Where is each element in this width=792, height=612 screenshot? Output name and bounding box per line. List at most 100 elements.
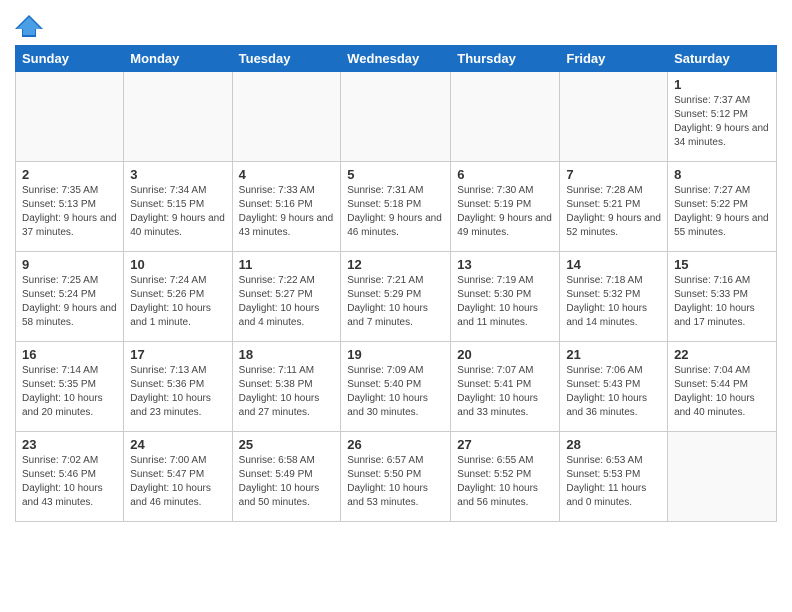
day-number: 15 (674, 257, 770, 272)
col-header-sunday: Sunday (16, 46, 124, 72)
day-number: 5 (347, 167, 444, 182)
day-detail: Sunrise: 6:55 AM Sunset: 5:52 PM Dayligh… (457, 454, 553, 510)
day-number: 25 (239, 437, 335, 452)
day-number: 19 (347, 347, 444, 362)
day-number: 21 (566, 347, 661, 362)
calendar-cell: 24Sunrise: 7:00 AM Sunset: 5:47 PM Dayli… (124, 432, 232, 522)
day-detail: Sunrise: 7:02 AM Sunset: 5:46 PM Dayligh… (22, 454, 117, 510)
calendar-cell (560, 72, 668, 162)
col-header-tuesday: Tuesday (232, 46, 341, 72)
day-number: 10 (130, 257, 225, 272)
day-detail: Sunrise: 7:27 AM Sunset: 5:22 PM Dayligh… (674, 184, 770, 240)
day-detail: Sunrise: 7:37 AM Sunset: 5:12 PM Dayligh… (674, 94, 770, 150)
calendar-cell: 26 Sunrise: 6:57 AM Sunset: 5:50 PM Dayli… (341, 432, 451, 522)
calendar-cell: 13Sunrise: 7:19 AM Sunset: 5:30 PM Dayli… (451, 252, 560, 342)
calendar-cell (232, 72, 341, 162)
logo-icon (15, 15, 43, 37)
day-detail: Sunrise: 7:30 AM Sunset: 5:19 PM Dayligh… (457, 184, 553, 240)
day-number: 11 (239, 257, 335, 272)
day-number: 26 (347, 437, 444, 452)
calendar-cell (341, 72, 451, 162)
day-number: 6 (457, 167, 553, 182)
day-number: 9 (22, 257, 117, 272)
day-detail: Sunrise: 6:58 AM Sunset: 5:49 PM Dayligh… (239, 454, 335, 510)
day-detail: Sunrise: 7:14 AM Sunset: 5:35 PM Dayligh… (22, 364, 117, 420)
day-number: 20 (457, 347, 553, 362)
day-detail: Sunrise: 7:13 AM Sunset: 5:36 PM Dayligh… (130, 364, 225, 420)
calendar-cell: 1 Sunrise: 7:37 AM Sunset: 5:12 PM Daylig… (668, 72, 777, 162)
calendar-cell: 4Sunrise: 7:33 AM Sunset: 5:16 PM Daylig… (232, 162, 341, 252)
calendar-cell: 8 Sunrise: 7:27 AM Sunset: 5:22 PM Daylig… (668, 162, 777, 252)
day-detail: Sunrise: 7:24 AM Sunset: 5:26 PM Dayligh… (130, 274, 225, 330)
day-detail: Sunrise: 7:09 AM Sunset: 5:40 PM Dayligh… (347, 364, 444, 420)
day-number: 1 (674, 77, 770, 92)
calendar-cell: 6 Sunrise: 7:30 AM Sunset: 5:19 PM Daylig… (451, 162, 560, 252)
day-detail: Sunrise: 7:07 AM Sunset: 5:41 PM Dayligh… (457, 364, 553, 420)
calendar-cell: 16 Sunrise: 7:14 AM Sunset: 5:35 PM Dayli… (16, 342, 124, 432)
day-detail: Sunrise: 6:57 AM Sunset: 5:50 PM Dayligh… (347, 454, 444, 510)
page-header (15, 10, 777, 37)
day-number: 16 (22, 347, 117, 362)
day-detail: Sunrise: 7:19 AM Sunset: 5:30 PM Dayligh… (457, 274, 553, 330)
calendar-cell: 28 Sunrise: 6:53 AM Sunset: 5:53 PM Dayli… (560, 432, 668, 522)
calendar-cell: 2 Sunrise: 7:35 AM Sunset: 5:13 PM Daylig… (16, 162, 124, 252)
calendar-cell: 11 Sunrise: 7:22 AM Sunset: 5:27 PM Dayli… (232, 252, 341, 342)
day-detail: Sunrise: 7:35 AM Sunset: 5:13 PM Dayligh… (22, 184, 117, 240)
day-detail: Sunrise: 7:33 AM Sunset: 5:16 PM Dayligh… (239, 184, 335, 240)
calendar-cell (451, 72, 560, 162)
day-number: 18 (239, 347, 335, 362)
calendar-cell: 14Sunrise: 7:18 AM Sunset: 5:32 PM Dayli… (560, 252, 668, 342)
calendar-cell: 3 Sunrise: 7:34 AM Sunset: 5:15 PM Daylig… (124, 162, 232, 252)
day-number: 8 (674, 167, 770, 182)
calendar-week-4: 16 Sunrise: 7:14 AM Sunset: 5:35 PM Dayli… (16, 342, 777, 432)
day-number: 27 (457, 437, 553, 452)
calendar-cell: 23 Sunrise: 7:02 AM Sunset: 5:46 PM Dayli… (16, 432, 124, 522)
calendar-header-row: SundayMondayTuesdayWednesdayThursdayFrid… (16, 46, 777, 72)
day-detail: Sunrise: 7:11 AM Sunset: 5:38 PM Dayligh… (239, 364, 335, 420)
calendar-week-1: 1 Sunrise: 7:37 AM Sunset: 5:12 PM Daylig… (16, 72, 777, 162)
col-header-friday: Friday (560, 46, 668, 72)
calendar-cell (16, 72, 124, 162)
calendar-cell: 22Sunrise: 7:04 AM Sunset: 5:44 PM Dayli… (668, 342, 777, 432)
day-number: 24 (130, 437, 225, 452)
day-detail: Sunrise: 7:22 AM Sunset: 5:27 PM Dayligh… (239, 274, 335, 330)
calendar-cell: 10 Sunrise: 7:24 AM Sunset: 5:26 PM Dayli… (124, 252, 232, 342)
calendar-week-3: 9 Sunrise: 7:25 AM Sunset: 5:24 PM Daylig… (16, 252, 777, 342)
page-container: SundayMondayTuesdayWednesdayThursdayFrid… (0, 0, 792, 532)
day-number: 23 (22, 437, 117, 452)
day-number: 2 (22, 167, 117, 182)
logo (15, 15, 46, 37)
calendar-cell: 5 Sunrise: 7:31 AM Sunset: 5:18 PM Daylig… (341, 162, 451, 252)
day-number: 12 (347, 257, 444, 272)
calendar-cell: 25 Sunrise: 6:58 AM Sunset: 5:49 PM Dayli… (232, 432, 341, 522)
day-detail: Sunrise: 7:06 AM Sunset: 5:43 PM Dayligh… (566, 364, 661, 420)
calendar-cell: 18 Sunrise: 7:11 AM Sunset: 5:38 PM Dayli… (232, 342, 341, 432)
day-detail: Sunrise: 7:21 AM Sunset: 5:29 PM Dayligh… (347, 274, 444, 330)
calendar-cell: 17 Sunrise: 7:13 AM Sunset: 5:36 PM Dayli… (124, 342, 232, 432)
calendar-cell: 21 Sunrise: 7:06 AM Sunset: 5:43 PM Dayli… (560, 342, 668, 432)
day-number: 7 (566, 167, 661, 182)
day-detail: Sunrise: 7:28 AM Sunset: 5:21 PM Dayligh… (566, 184, 661, 240)
day-number: 3 (130, 167, 225, 182)
calendar-table: SundayMondayTuesdayWednesdayThursdayFrid… (15, 45, 777, 522)
calendar-cell: 12 Sunrise: 7:21 AM Sunset: 5:29 PM Dayli… (341, 252, 451, 342)
col-header-saturday: Saturday (668, 46, 777, 72)
col-header-monday: Monday (124, 46, 232, 72)
calendar-cell: 19 Sunrise: 7:09 AM Sunset: 5:40 PM Dayli… (341, 342, 451, 432)
day-detail: Sunrise: 7:04 AM Sunset: 5:44 PM Dayligh… (674, 364, 770, 420)
calendar-week-2: 2 Sunrise: 7:35 AM Sunset: 5:13 PM Daylig… (16, 162, 777, 252)
day-detail: Sunrise: 7:34 AM Sunset: 5:15 PM Dayligh… (130, 184, 225, 240)
day-detail: Sunrise: 6:53 AM Sunset: 5:53 PM Dayligh… (566, 454, 661, 510)
col-header-thursday: Thursday (451, 46, 560, 72)
day-detail: Sunrise: 7:25 AM Sunset: 5:24 PM Dayligh… (22, 274, 117, 330)
calendar-cell: 27 Sunrise: 6:55 AM Sunset: 5:52 PM Dayli… (451, 432, 560, 522)
day-detail: Sunrise: 7:16 AM Sunset: 5:33 PM Dayligh… (674, 274, 770, 330)
calendar-cell: 9 Sunrise: 7:25 AM Sunset: 5:24 PM Daylig… (16, 252, 124, 342)
calendar-cell: 20 Sunrise: 7:07 AM Sunset: 5:41 PM Dayli… (451, 342, 560, 432)
calendar-week-5: 23 Sunrise: 7:02 AM Sunset: 5:46 PM Dayli… (16, 432, 777, 522)
calendar-cell: 7 Sunrise: 7:28 AM Sunset: 5:21 PM Daylig… (560, 162, 668, 252)
day-number: 17 (130, 347, 225, 362)
day-detail: Sunrise: 7:18 AM Sunset: 5:32 PM Dayligh… (566, 274, 661, 330)
day-detail: Sunrise: 7:31 AM Sunset: 5:18 PM Dayligh… (347, 184, 444, 240)
day-number: 28 (566, 437, 661, 452)
